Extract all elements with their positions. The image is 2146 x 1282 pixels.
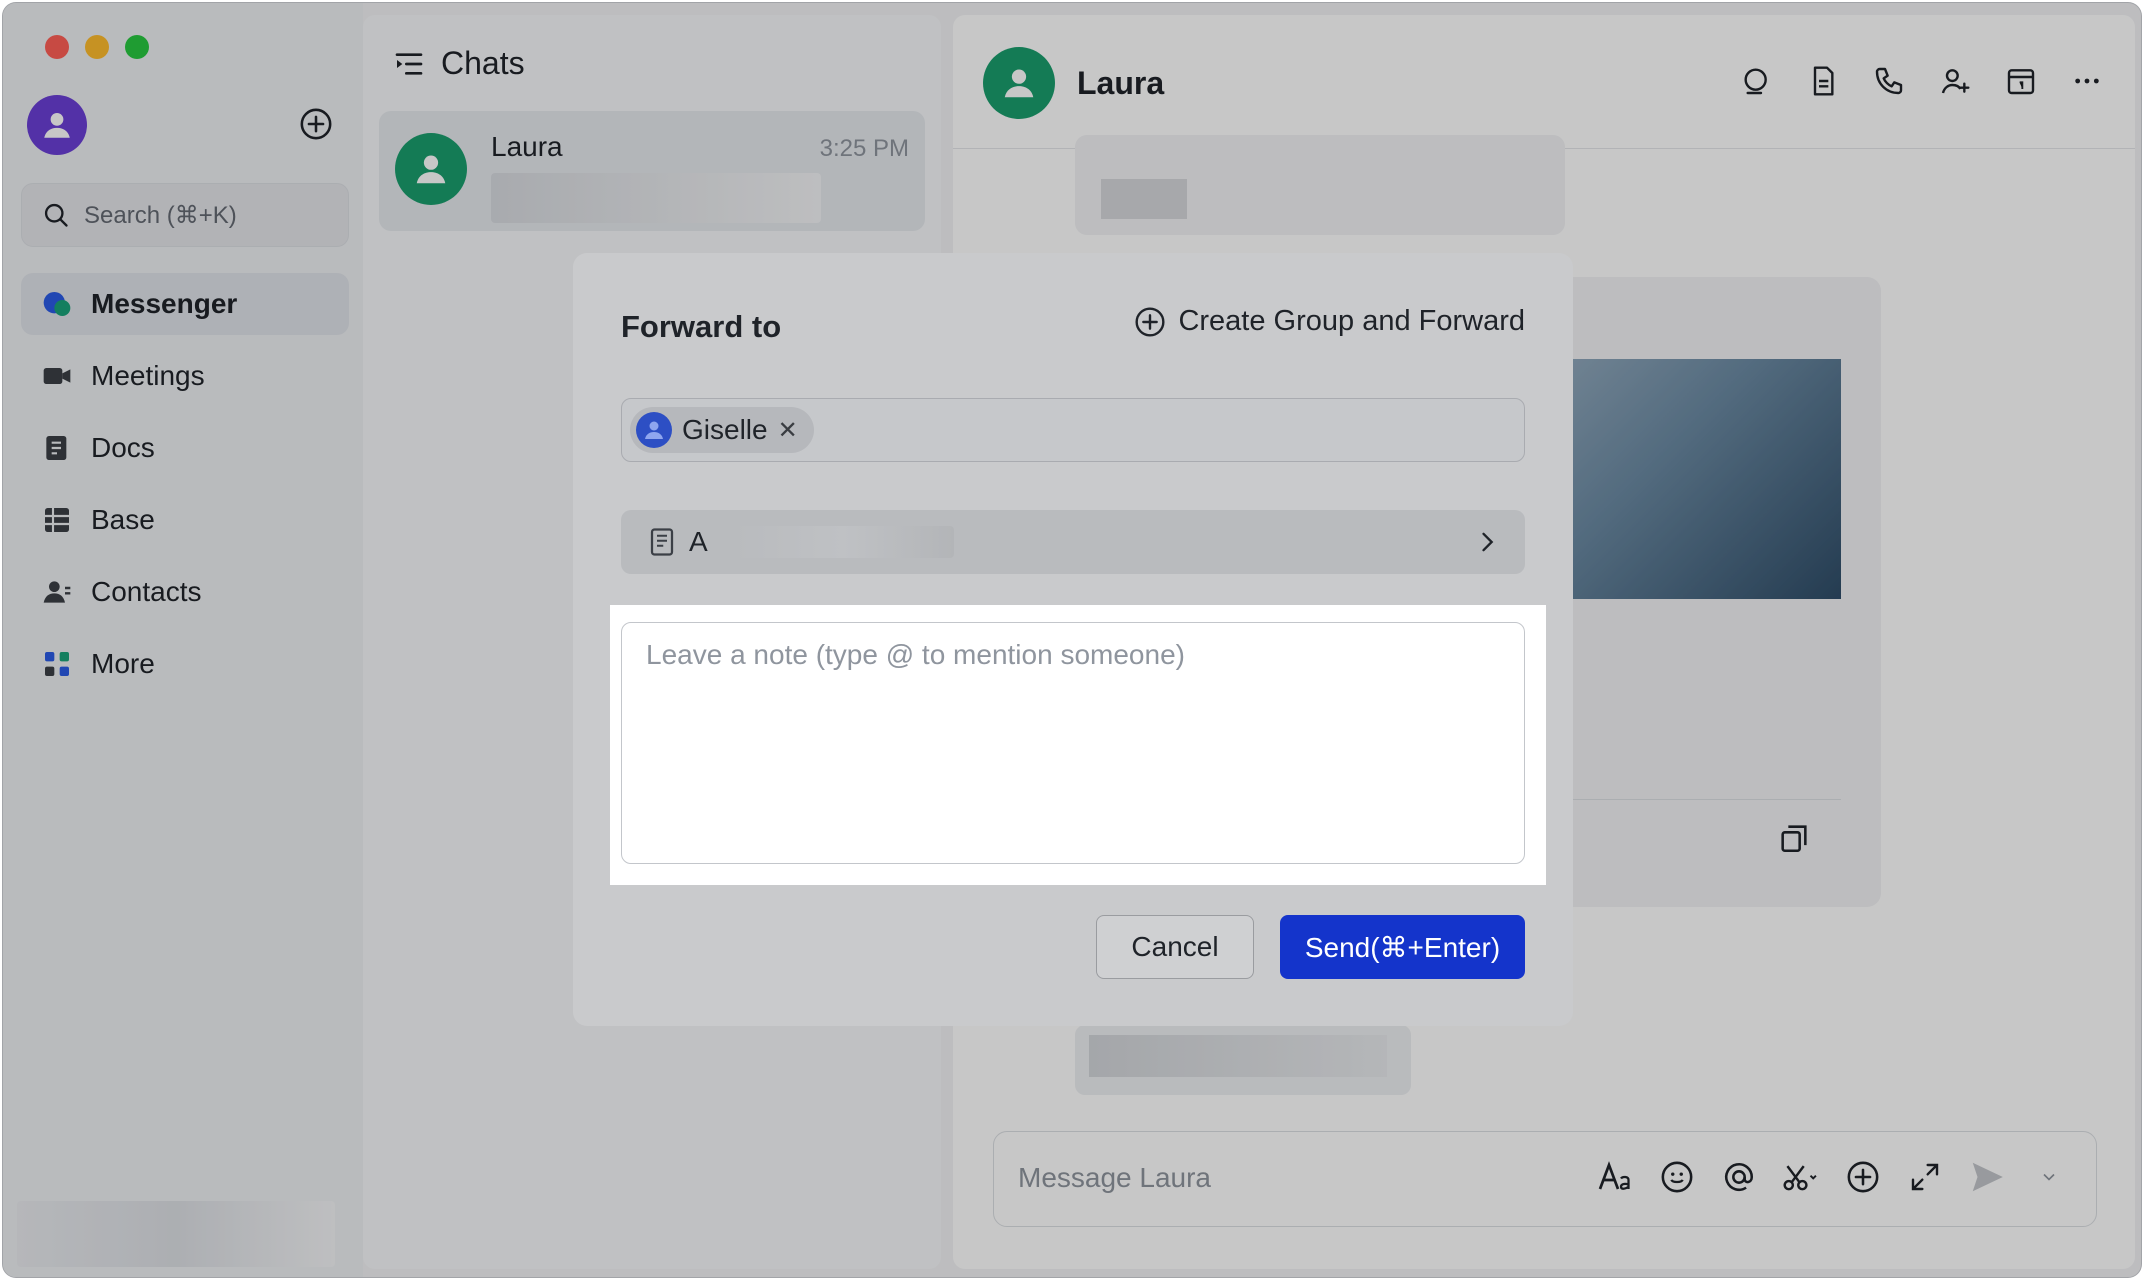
add-circle-icon	[1135, 306, 1165, 337]
blurred-preview	[733, 526, 954, 558]
dialog-title: Forward to	[621, 309, 782, 344]
cancel-button[interactable]: Cancel	[1096, 915, 1254, 979]
chevron-right-icon	[1482, 532, 1494, 552]
recipient-input[interactable]: Giselle ✕	[621, 398, 1525, 462]
create-group-and-forward-button[interactable]: Create Group and Forward	[1134, 305, 1525, 338]
document-icon	[650, 528, 674, 556]
forward-preview-row[interactable]: A	[621, 510, 1525, 574]
forward-dialog: Forward to Create Group and Forward Gise…	[573, 253, 1573, 1026]
send-button[interactable]: Send(⌘+Enter)	[1280, 915, 1525, 979]
recipient-chip[interactable]: Giselle ✕	[630, 407, 814, 453]
recipient-name: Giselle	[682, 414, 768, 445]
create-group-label: Create Group and Forward	[1178, 305, 1525, 337]
preview-title: A	[689, 526, 708, 557]
person-icon	[645, 421, 663, 439]
note-input[interactable]	[621, 622, 1525, 864]
avatar	[636, 412, 672, 448]
remove-recipient-button[interactable]: ✕	[778, 416, 798, 445]
